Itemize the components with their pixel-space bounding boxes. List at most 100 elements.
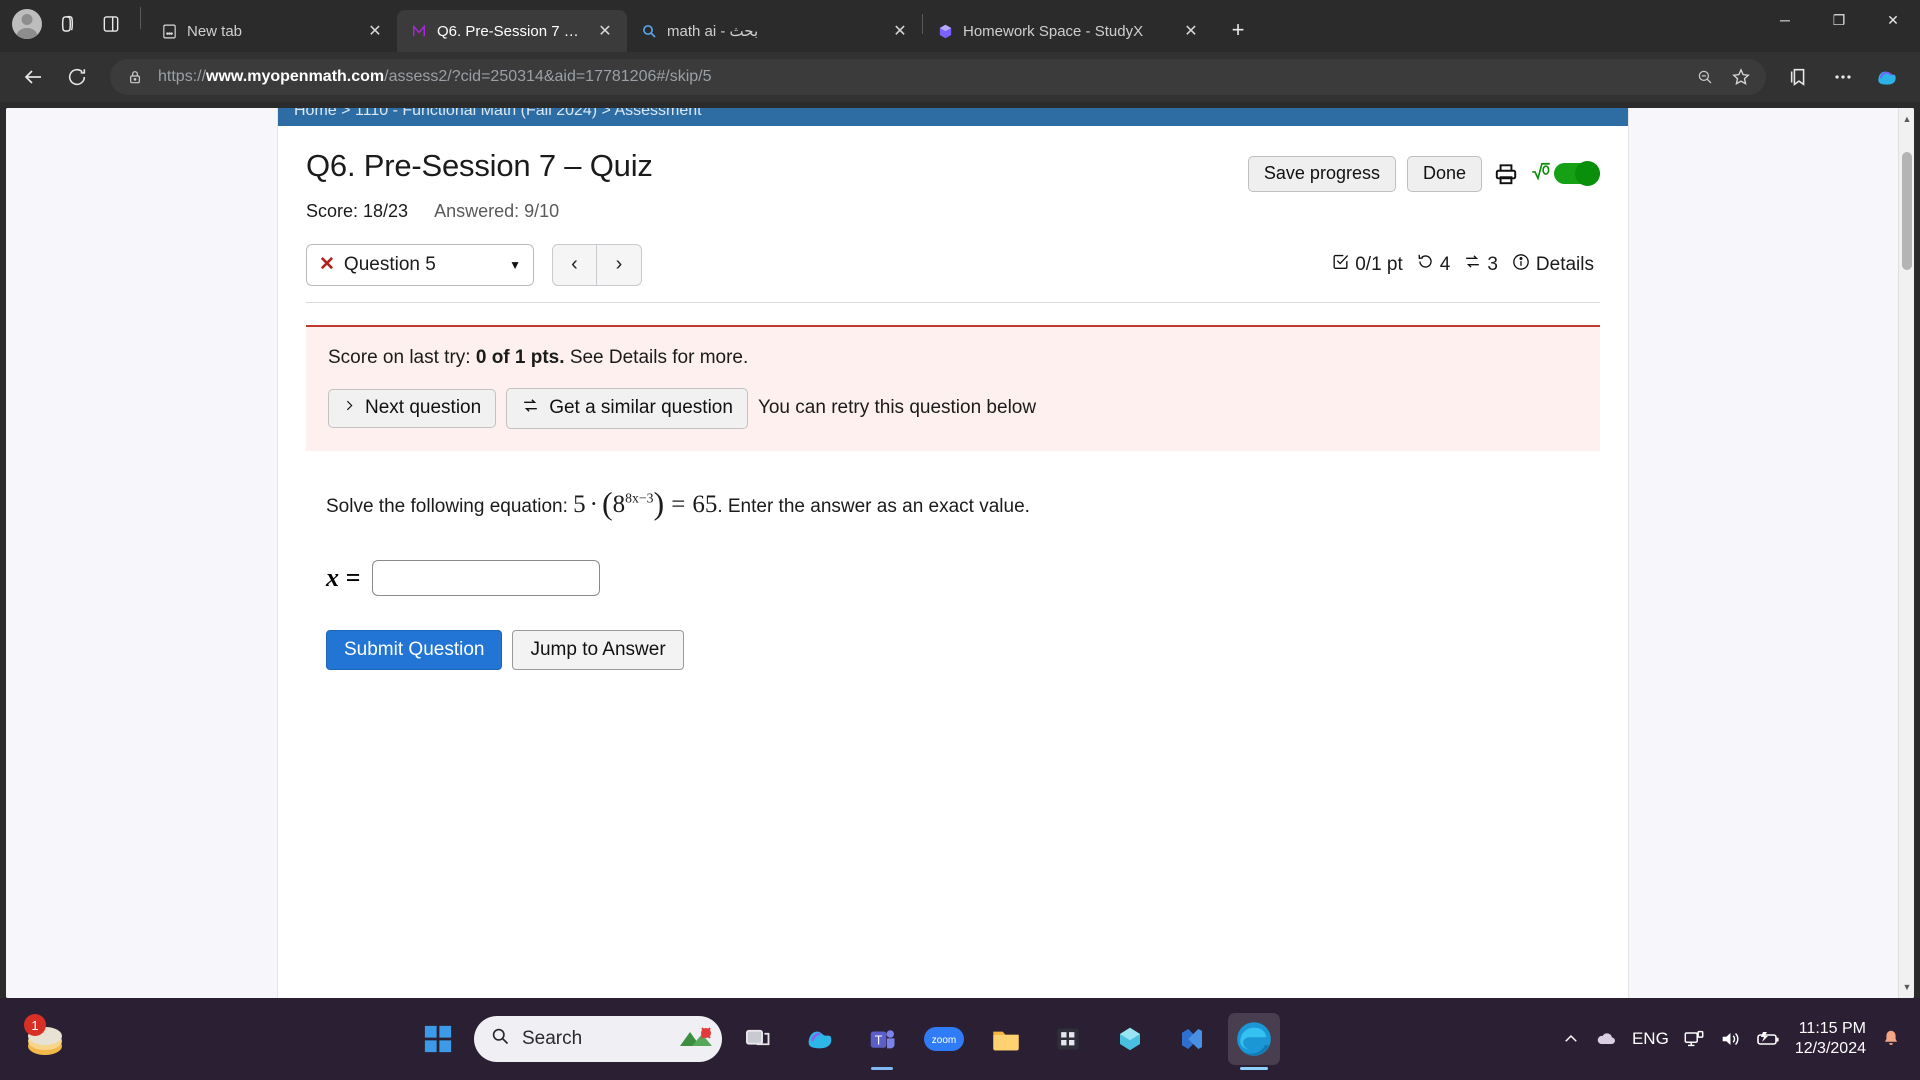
browser-tab-studyx[interactable]: Homework Space - StudyX ✕: [923, 10, 1213, 52]
attempts-value: 4: [1439, 253, 1451, 275]
start-button[interactable]: [412, 1013, 464, 1065]
alert-suffix: See Details for more.: [569, 346, 749, 368]
collections-icon[interactable]: [1780, 58, 1818, 96]
eq-close-paren: ): [653, 484, 665, 521]
svg-text:T: T: [875, 1033, 883, 1047]
myopenmath-icon: [410, 22, 428, 40]
minimize-button[interactable]: ─: [1758, 0, 1812, 40]
assessment-content: Q6. Pre-Session 7 – Quiz Save progress D…: [278, 126, 1628, 670]
tab-title: Homework Space - StudyX: [963, 22, 1144, 40]
toolbar-divider: [140, 7, 141, 29]
profile-avatar[interactable]: [8, 5, 46, 43]
scrollbar-thumb[interactable]: [1902, 152, 1912, 270]
onedrive-icon[interactable]: [1594, 1027, 1618, 1051]
alert-actions: Next question Get a similar question You…: [328, 387, 1578, 429]
retry-icon: [1416, 252, 1435, 277]
taskbar-search[interactable]: Search: [473, 1016, 722, 1062]
scroll-up-arrow[interactable]: ▲: [1899, 110, 1914, 128]
details-link[interactable]: Details: [1511, 252, 1594, 278]
edge-button[interactable]: [1227, 1013, 1280, 1070]
math-display-toggle[interactable]: [1530, 160, 1600, 188]
favorite-star-icon[interactable]: [1728, 64, 1754, 90]
vscode-button[interactable]: [1166, 1013, 1218, 1065]
submit-question-button[interactable]: Submit Question: [326, 629, 503, 670]
prompt-prefix: Solve the following equation:: [326, 495, 568, 517]
get-similar-question-button[interactable]: Get a similar question: [506, 387, 748, 429]
search-decoration-icon: [676, 1024, 716, 1060]
quiz-header: Q6. Pre-Session 7 – Quiz Save progress D…: [306, 148, 1600, 192]
browser-window: New tab ✕ Q6. Pre-Session 7 – Quiz ✕ mat…: [0, 0, 1920, 1080]
show-hidden-icons-chevron[interactable]: [1562, 1030, 1580, 1048]
page-title: Q6. Pre-Session 7 – Quiz: [306, 148, 653, 183]
task-view-button[interactable]: [732, 1013, 784, 1065]
submit-row: Submit Question Jump to Answer: [326, 629, 1600, 670]
microsoft-store-button[interactable]: [1042, 1013, 1094, 1065]
notification-badge: 1: [24, 1014, 46, 1036]
retry-note: You can retry this question below: [757, 397, 1037, 419]
app-button[interactable]: [1104, 1013, 1156, 1065]
browser-tab-new-tab[interactable]: New tab ✕: [147, 10, 397, 52]
reload-button[interactable]: [58, 58, 96, 96]
eq-equals: =: [671, 490, 686, 518]
copilot-button[interactable]: [794, 1013, 846, 1065]
similar-count-indicator: 3: [1463, 252, 1498, 277]
copilot-icon[interactable]: [1868, 58, 1906, 96]
tab-collections-icon[interactable]: [50, 5, 88, 43]
clock-date: 12/3/2024: [1794, 1040, 1866, 1057]
tab-close-icon[interactable]: ✕: [363, 19, 387, 43]
selected-question-label: Question 5: [343, 253, 436, 275]
tab-close-icon[interactable]: ✕: [1179, 19, 1203, 43]
notification-bell-icon[interactable]: [1880, 1028, 1902, 1050]
battery-charging-icon[interactable]: [1755, 1028, 1781, 1050]
clock-time: 11:15 PM: [1798, 1020, 1866, 1037]
answer-row: x =: [326, 559, 1600, 596]
taskbar-center: Search T zoom: [130, 1013, 1562, 1070]
next-question-button[interactable]: Next question: [328, 388, 497, 428]
page-viewport: Home > 1110 - Functional Math (Fall 2024…: [6, 108, 1914, 998]
swap-icon: [521, 396, 540, 421]
scroll-down-arrow[interactable]: ▼: [1899, 978, 1914, 996]
browser-toolbar: https://www.myopenmath.com/assess2/?cid=…: [0, 52, 1920, 102]
tab-close-icon[interactable]: ✕: [888, 19, 912, 43]
language-indicator[interactable]: ENG: [1632, 1029, 1669, 1049]
zoom-label: zoom: [932, 1035, 956, 1046]
question-select-dropdown[interactable]: ✕ Question 5 ▼: [306, 243, 534, 286]
teams-button[interactable]: T: [856, 1013, 908, 1070]
jump-to-answer-button[interactable]: Jump to Answer: [512, 629, 684, 670]
display-cast-icon[interactable]: [1683, 1028, 1705, 1050]
new-tab-button[interactable]: +: [1221, 13, 1255, 47]
taskbar-clock[interactable]: 11:15 PM 12/3/2024: [1795, 1019, 1866, 1059]
close-window-button[interactable]: ✕: [1866, 0, 1920, 40]
volume-icon[interactable]: [1719, 1028, 1741, 1050]
answered-value: Answered: 9/10: [434, 200, 560, 221]
eq-open-paren: (: [602, 484, 613, 521]
zoom-out-icon[interactable]: [1692, 64, 1718, 90]
answer-input[interactable]: [372, 559, 601, 596]
settings-more-icon[interactable]: [1824, 58, 1862, 96]
toggle-switch-on[interactable]: [1554, 161, 1600, 187]
next-question-label: Next question: [365, 397, 482, 419]
maximize-button[interactable]: ❐: [1812, 0, 1866, 40]
prev-question-button[interactable]: ‹: [552, 243, 597, 286]
page-scrollbar[interactable]: ▲ ▼: [1898, 108, 1914, 998]
browser-tab-quiz[interactable]: Q6. Pre-Session 7 – Quiz ✕: [397, 10, 627, 52]
active-indicator: [1239, 1067, 1268, 1070]
print-icon[interactable]: [1493, 161, 1519, 187]
eq-result: 65: [692, 490, 718, 518]
split-screen-icon[interactable]: [92, 5, 130, 43]
tab-title: New tab: [187, 22, 243, 40]
address-bar[interactable]: https://www.myopenmath.com/assess2/?cid=…: [110, 59, 1766, 95]
score-value: Score: 18/23: [306, 200, 409, 221]
pinned-app-with-badge[interactable]: 1: [18, 1012, 72, 1066]
file-explorer-button[interactable]: [980, 1013, 1032, 1065]
save-progress-button[interactable]: Save progress: [1247, 156, 1396, 192]
back-button[interactable]: [14, 58, 52, 96]
points-value: 0/1 pt: [1355, 253, 1403, 275]
next-question-button[interactable]: ›: [597, 243, 642, 286]
browser-tab-math-ai-search[interactable]: math ai - بحث ✕: [627, 10, 922, 52]
eq-coefficient: 5: [573, 490, 586, 518]
done-button[interactable]: Done: [1406, 156, 1482, 192]
tab-title: Q6. Pre-Session 7 – Quiz: [437, 22, 584, 40]
tab-close-icon[interactable]: ✕: [593, 19, 617, 43]
zoom-button[interactable]: zoom: [918, 1013, 970, 1065]
